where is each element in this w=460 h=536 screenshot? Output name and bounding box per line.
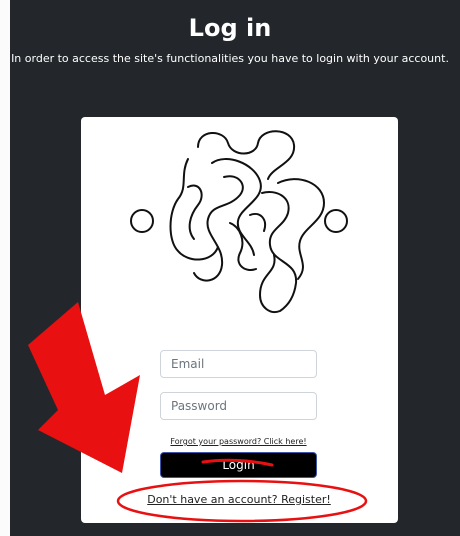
forgot-password-link[interactable]: Forgot your password? Click here! [160,437,317,446]
login-button[interactable]: Login [160,452,317,478]
password-field[interactable] [160,392,317,420]
page-subtitle: In order to access the site's functional… [11,52,449,65]
email-field[interactable] [160,350,317,378]
page-title: Log in [188,14,272,42]
register-link[interactable]: Don't have an account? Register! [118,493,360,506]
node-network-logo-icon [130,130,348,313]
